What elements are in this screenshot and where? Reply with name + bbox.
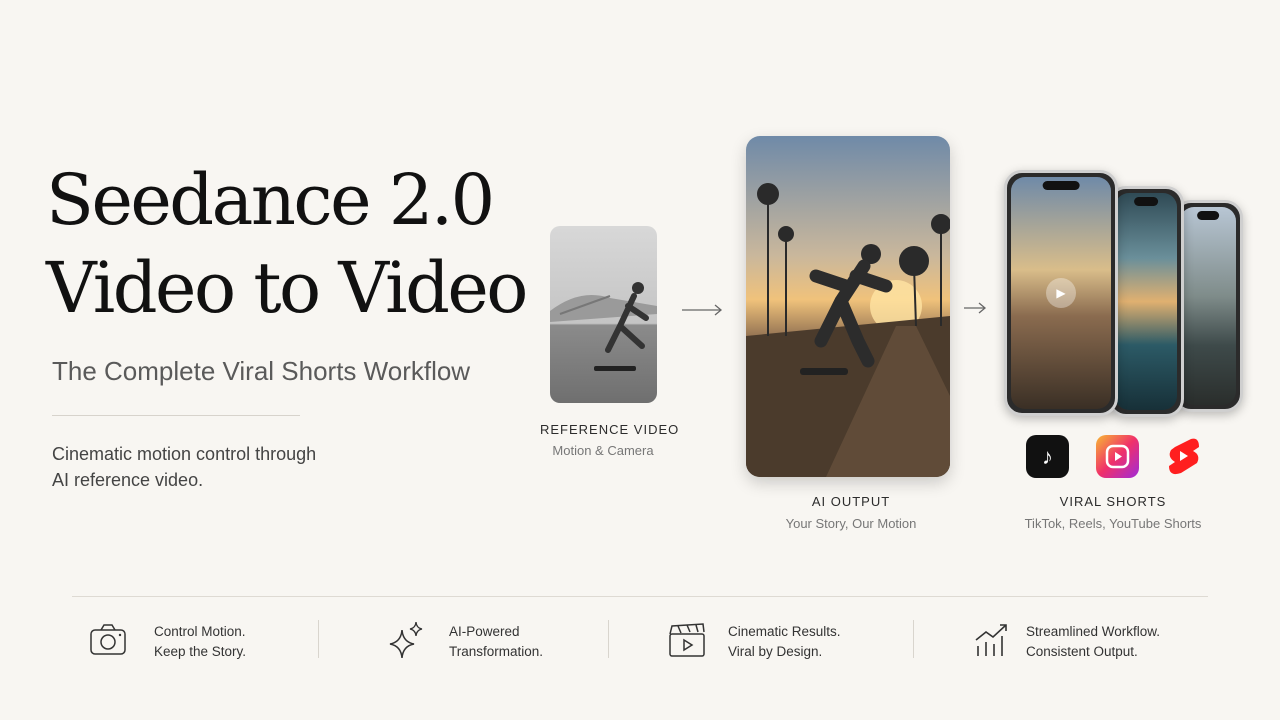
feature-line: Cinematic Results. <box>728 624 841 639</box>
play-icon[interactable]: ▶ <box>1046 278 1076 308</box>
title-line-2: Video to Video <box>46 247 528 329</box>
ai-output-thumbnail[interactable] <box>746 136 950 477</box>
feature-line: Streamlined Workflow. <box>1026 624 1161 639</box>
description: Cinematic motion control through AI refe… <box>52 441 316 493</box>
growth-chart-icon <box>975 624 1007 656</box>
instagram-reels-glyph <box>1105 444 1130 469</box>
arrow-right-icon <box>964 302 987 314</box>
subtitle: The Complete Viral Shorts Workflow <box>52 356 471 386</box>
tiktok-icon[interactable]: ♪ <box>1026 435 1069 478</box>
phone-notch <box>1197 211 1219 220</box>
feature-line: Transformation. <box>449 644 544 659</box>
ai-output-label: AI OUTPUT <box>811 494 891 509</box>
feature-streamlined-workflow: Streamlined Workflow. Consistent Output. <box>1026 622 1160 662</box>
feature-cinematic-results: Cinematic Results. Viral by Design. <box>728 622 841 662</box>
viral-shorts-label: VIRAL SHORTS <box>1059 494 1167 509</box>
phone-notch <box>1042 181 1080 190</box>
phone-mockup-1: ▶ <box>1004 170 1118 416</box>
feature-bar-divider <box>72 596 1208 597</box>
description-line-1: Cinematic motion control through <box>52 444 317 464</box>
divider <box>52 415 300 416</box>
feature-separator <box>913 620 914 658</box>
reference-video-image <box>550 282 657 371</box>
camera-icon <box>90 624 126 655</box>
feature-ai-powered: AI-Powered Transformation. <box>449 622 543 662</box>
description-line-2: AI reference video. <box>52 470 204 490</box>
sparkle-icon <box>389 621 423 659</box>
youtube-shorts-glyph <box>1169 438 1199 475</box>
reference-video-thumbnail[interactable] <box>550 226 657 403</box>
feature-line: Consistent Output. <box>1026 644 1138 659</box>
feature-control-motion: Control Motion. Keep the Story. <box>154 622 246 662</box>
feature-line: Control Motion. <box>154 624 246 639</box>
clapperboard-icon <box>669 623 705 657</box>
feature-separator <box>318 620 319 658</box>
reference-video-label: REFERENCE VIDEO <box>540 422 680 437</box>
phone-2-screen <box>1115 193 1177 410</box>
feature-line: Keep the Story. <box>154 644 247 659</box>
reference-video-sublabel: Motion & Camera <box>552 443 654 458</box>
title-line-1: Seedance 2.0 <box>46 159 495 241</box>
phone-notch <box>1134 197 1158 206</box>
viral-shorts-sublabel: TikTok, Reels, YouTube Shorts <box>1024 516 1202 531</box>
phone-mockup-2 <box>1108 186 1184 417</box>
feature-separator <box>608 620 609 658</box>
feature-line: Viral by Design. <box>728 644 823 659</box>
phone-3-screen <box>1180 207 1236 405</box>
arrow-right-icon <box>682 304 723 316</box>
instagram-reels-icon[interactable] <box>1096 435 1139 478</box>
ai-output-sublabel: Your Story, Our Motion <box>785 516 917 531</box>
ai-output-image <box>746 183 950 477</box>
feature-line: AI-Powered <box>449 624 520 639</box>
youtube-shorts-icon[interactable] <box>1163 435 1203 478</box>
